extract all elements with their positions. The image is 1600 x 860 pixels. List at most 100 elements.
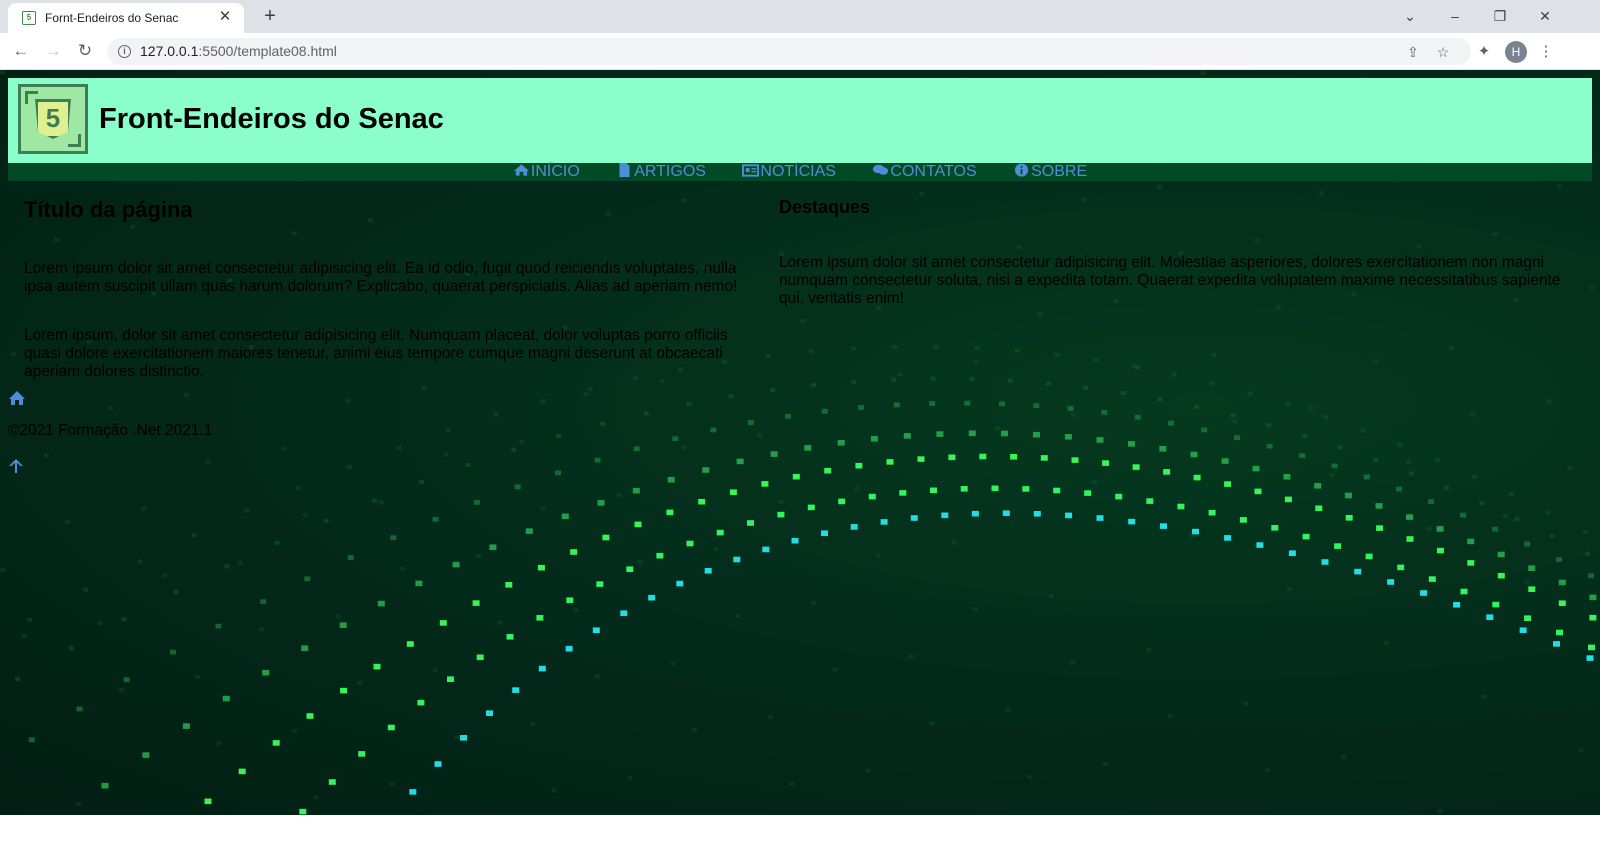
browser-tab-active[interactable]: 5 Fornt-Endeiros do Senac ✕ (8, 3, 244, 33)
extensions-puzzle-icon[interactable]: ✦ (1473, 41, 1495, 63)
background-dot (224, 564, 230, 569)
background-dot (765, 353, 771, 358)
background-dot (1132, 464, 1140, 470)
background-dot (1321, 559, 1329, 565)
background-dot (1302, 533, 1310, 540)
newspaper-icon (742, 164, 760, 177)
footer-home-icon[interactable] (8, 390, 26, 406)
background-dot (729, 489, 737, 495)
html5-logo-icon[interactable]: 5 (18, 84, 88, 154)
background-dot (443, 452, 449, 457)
background-dot (1065, 512, 1073, 519)
background-dot (1397, 442, 1403, 447)
background-dot (409, 789, 417, 795)
background-dot (1329, 473, 1335, 478)
background-dot (434, 761, 442, 767)
background-dot (566, 597, 574, 603)
main-content: Título da página Lorem ipsum dolor sit a… (24, 197, 764, 412)
background-dot (371, 498, 377, 503)
background-dot (1470, 412, 1476, 417)
back-to-top-arrow-icon[interactable] (8, 458, 24, 474)
nav-link-sobre[interactable]: SOBRE (1013, 163, 1087, 180)
minimize-button[interactable]: – (1441, 4, 1469, 28)
reload-icon[interactable]: ↻ (73, 40, 97, 64)
nav-link-artigos[interactable]: ARTIGOS (616, 163, 706, 180)
background-dot (1284, 496, 1292, 503)
tab-close-icon[interactable]: ✕ (216, 8, 234, 26)
nav-link-inicio[interactable]: INÍCIO (513, 163, 580, 180)
background-dot (1397, 564, 1405, 571)
background-dot (538, 665, 546, 672)
background-dot (616, 493, 622, 498)
background-dot (626, 566, 634, 572)
background-dot (1115, 493, 1123, 500)
background-dot (789, 781, 795, 786)
background-dot (1177, 503, 1185, 510)
background-dot (347, 555, 354, 560)
background-dot (1308, 406, 1314, 411)
background-dot (656, 552, 664, 559)
background-dot (1096, 437, 1104, 443)
background-dot (378, 500, 384, 505)
forward-arrow-icon[interactable]: → (41, 40, 65, 64)
share-icon[interactable]: ⇪ (1403, 42, 1423, 62)
background-dot (672, 436, 679, 442)
profile-avatar[interactable]: H (1505, 41, 1527, 63)
background-dot (1323, 415, 1328, 419)
background-dot (1365, 553, 1373, 560)
browser-menu-icon[interactable]: ⋮ (1535, 41, 1557, 63)
address-bar[interactable]: i 127.0.0.1:5500/template08.html ⇪ ☆ (107, 38, 1471, 65)
background-dot (1067, 406, 1074, 411)
background-dot (666, 509, 674, 516)
background-dot (627, 775, 633, 780)
background-dot (1193, 474, 1201, 481)
bookmark-star-icon[interactable]: ☆ (1433, 42, 1453, 62)
background-dot (686, 540, 694, 547)
restore-button[interactable]: ❐ (1486, 4, 1514, 28)
background-dot (785, 413, 791, 419)
background-dot (857, 405, 864, 410)
info-circle-icon (1015, 163, 1029, 177)
background-dot (633, 446, 640, 452)
background-dot (1168, 420, 1175, 426)
background-dot (396, 445, 402, 450)
background-dot (811, 383, 817, 388)
background-dot (930, 376, 936, 381)
background-dot (259, 627, 265, 632)
site-info-icon[interactable]: i (118, 45, 131, 58)
background-dot (1519, 627, 1527, 633)
nav-link-noticias[interactable]: NOTÍCIAS (742, 163, 836, 180)
close-window-button[interactable]: ✕ (1531, 4, 1559, 28)
background-dot (215, 623, 222, 629)
back-arrow-icon[interactable]: ← (9, 40, 33, 64)
background-dot (75, 802, 81, 807)
background-dot (191, 533, 197, 537)
tab-search-chevron-icon[interactable]: ⌄ (1396, 4, 1424, 28)
background-dot (536, 615, 544, 621)
background-dot (951, 540, 957, 545)
background-dot (1007, 378, 1013, 383)
background-dot (262, 669, 270, 676)
background-dot (1211, 352, 1217, 357)
site-header: 5 Front-Endeiros do Senac (8, 78, 1592, 163)
background-dot (1053, 487, 1061, 494)
background-dot (419, 480, 424, 485)
background-dot (514, 484, 521, 490)
background-dot (670, 661, 676, 666)
new-tab-button[interactable]: + (258, 5, 282, 29)
main-navigation: INÍCIO ARTIGOS NOTÍCIAS CONTATOS SOBRE (8, 163, 1592, 181)
url-text[interactable]: 127.0.0.1:5500/template08.html (140, 43, 337, 59)
nav-link-contatos[interactable]: CONTATOS (872, 163, 977, 180)
background-dot (1256, 542, 1264, 548)
background-dot (1083, 385, 1089, 390)
background-dot (1266, 443, 1273, 449)
background-dot (854, 486, 860, 491)
url-path: :5500/template08.html (198, 43, 337, 59)
site-title: Front-Endeiros do Senac (99, 103, 444, 135)
background-dot (1084, 490, 1092, 496)
background-dot (476, 554, 481, 558)
background-dot (1224, 535, 1232, 541)
background-dot (1492, 601, 1500, 608)
background-dot (1344, 492, 1352, 499)
background-dot (1497, 572, 1505, 579)
